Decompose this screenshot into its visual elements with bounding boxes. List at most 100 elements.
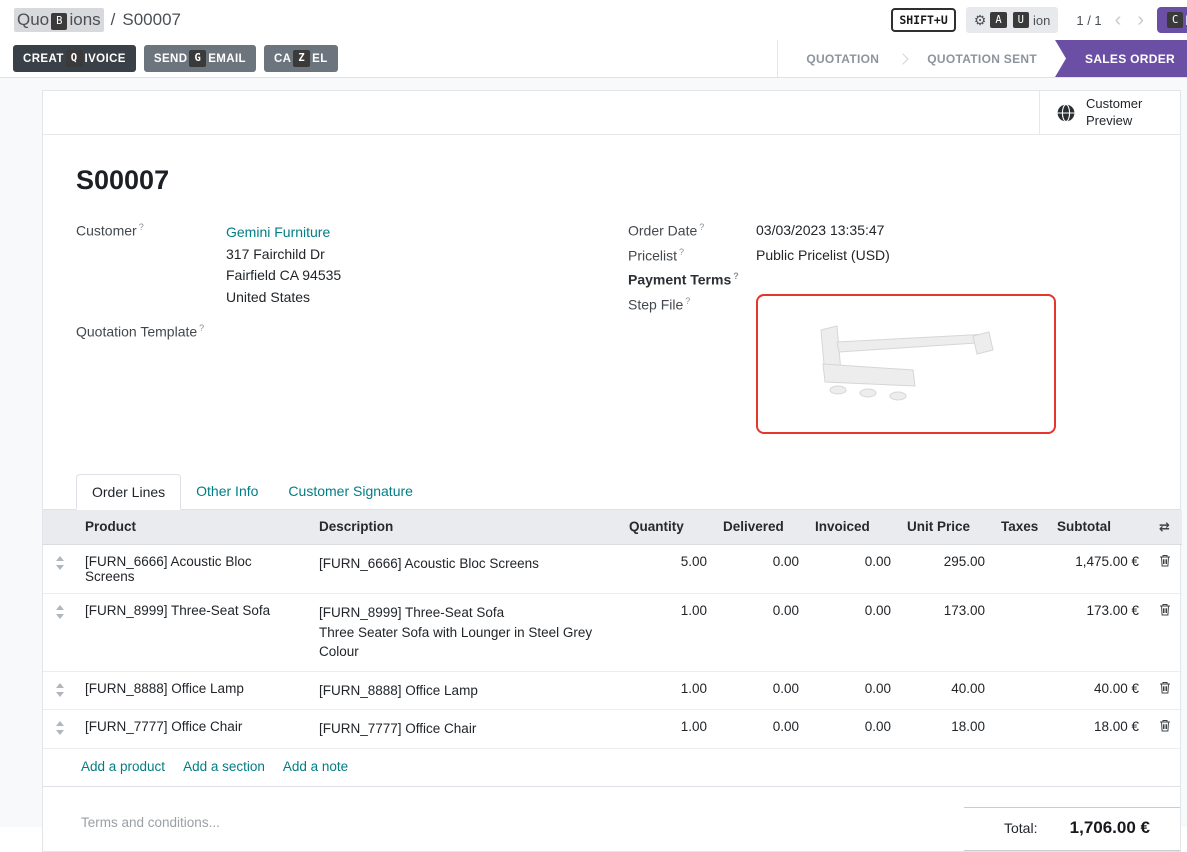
handle-column-header	[43, 510, 77, 545]
description-variant-text: Three Seater Sofa with Lounger in Steel …	[319, 623, 613, 662]
cell-taxes[interactable]	[993, 544, 1049, 593]
cell-unit-price[interactable]: 173.00	[899, 593, 993, 671]
column-header-delivered[interactable]: Delivered	[715, 510, 807, 545]
sheet: Customer Preview S00007 Customer? Gemini…	[42, 90, 1181, 852]
action-menu-button[interactable]: ⚙ A U ion	[966, 7, 1059, 34]
cell-description[interactable]: [FURN_8888] Office Lamp	[311, 671, 621, 710]
cell-quantity[interactable]: 1.00	[621, 710, 715, 748]
pager-next-button[interactable]: ›	[1134, 10, 1147, 30]
drag-handle[interactable]	[43, 671, 77, 710]
top-bar: QuoBions / S00007 SHIFT+U ⚙ A U ion 1 / …	[0, 0, 1187, 40]
drag-handle-icon	[55, 683, 65, 697]
shortcut-badge-shift-u: SHIFT+U	[891, 8, 955, 32]
cell-quantity[interactable]: 1.00	[621, 593, 715, 671]
cell-description[interactable]: [FURN_6666] Acoustic Bloc Screens	[311, 544, 621, 593]
cell-unit-price[interactable]: 295.00	[899, 544, 993, 593]
cell-subtotal: 18.00 €	[1049, 710, 1147, 748]
cell-product[interactable]: [FURN_6666] Acoustic Bloc Screens	[77, 544, 311, 593]
cell-description[interactable]: [FURN_8999] Three-Seat Sofa Three Seater…	[311, 593, 621, 671]
cancel-button[interactable]: CAZEL	[264, 45, 338, 72]
help-icon: ?	[139, 222, 144, 232]
payment-terms-label: Payment Terms?	[628, 271, 756, 288]
cell-product[interactable]: [FURN_7777] Office Chair	[77, 710, 311, 748]
cell-delivered[interactable]: 0.00	[715, 593, 807, 671]
column-header-invoiced[interactable]: Invoiced	[807, 510, 899, 545]
column-header-unit-price[interactable]: Unit Price	[899, 510, 993, 545]
globe-icon	[1056, 103, 1076, 123]
cell-unit-price[interactable]: 18.00	[899, 710, 993, 748]
pager-previous-button[interactable]: ‹	[1112, 10, 1125, 30]
breadcrumb-quotations[interactable]: QuoBions	[14, 8, 104, 32]
tab-other-info[interactable]: Other Info	[181, 474, 273, 509]
cell-subtotal: 40.00 €	[1049, 671, 1147, 710]
field-order-date: Order Date? 03/03/2023 13:35:47	[628, 222, 1140, 239]
cell-unit-price[interactable]: 40.00	[899, 671, 993, 710]
table-header-row: Product Description Quantity Delivered I…	[43, 510, 1182, 545]
send-email-button[interactable]: SENDGEMAIL	[144, 45, 256, 72]
field-group-left: Customer? Gemini Furniture 317 Fairchild…	[76, 222, 628, 442]
customer-preview-button[interactable]: Customer Preview	[1039, 91, 1180, 134]
trash-icon	[1159, 554, 1171, 567]
corner-button[interactable]: C l	[1157, 7, 1187, 34]
delete-row-button[interactable]	[1147, 671, 1182, 710]
status-step-quotation-sent[interactable]: QUOTATION SENT	[909, 40, 1055, 77]
control-bar: CREATQIVOICE SENDGEMAIL CAZEL QUOTATION …	[0, 40, 1187, 78]
description-text: [FURN_6666] Acoustic Bloc Screens	[319, 554, 613, 574]
trash-icon	[1159, 719, 1171, 732]
status-step-sales-order[interactable]: SALES ORDER	[1055, 40, 1187, 77]
add-a-section-link[interactable]: Add a section	[183, 759, 265, 774]
help-icon: ?	[679, 247, 684, 257]
add-a-product-link[interactable]: Add a product	[81, 759, 165, 774]
column-header-quantity[interactable]: Quantity	[621, 510, 715, 545]
send-email-label: SEND	[154, 53, 188, 65]
table-row[interactable]: [FURN_6666] Acoustic Bloc Screens [FURN_…	[43, 544, 1182, 593]
column-header-subtotal[interactable]: Subtotal	[1049, 510, 1147, 545]
status-step-quotation[interactable]: QUOTATION	[788, 40, 897, 77]
customer-value: Gemini Furniture 317 Fairchild Dr Fairfi…	[226, 222, 341, 309]
cell-description[interactable]: [FURN_7777] Office Chair	[311, 710, 621, 748]
cell-delivered[interactable]: 0.00	[715, 544, 807, 593]
column-header-product[interactable]: Product	[77, 510, 311, 545]
cell-invoiced[interactable]: 0.00	[807, 593, 899, 671]
drag-handle[interactable]	[43, 710, 77, 748]
customer-preview-label: Customer Preview	[1086, 96, 1154, 129]
drag-handle[interactable]	[43, 593, 77, 671]
cell-quantity[interactable]: 5.00	[621, 544, 715, 593]
breadcrumb-current: S00007	[122, 10, 181, 30]
table-row[interactable]: [FURN_8999] Three-Seat Sofa [FURN_8999] …	[43, 593, 1182, 671]
delete-row-button[interactable]	[1147, 593, 1182, 671]
field-quotation-template: Quotation Template?	[76, 323, 628, 340]
customer-link[interactable]: Gemini Furniture	[226, 224, 330, 240]
add-a-note-link[interactable]: Add a note	[283, 759, 348, 774]
column-header-description[interactable]: Description	[311, 510, 621, 545]
order-date-label: Order Date?	[628, 222, 756, 239]
cell-delivered[interactable]: 0.00	[715, 710, 807, 748]
tab-order-lines[interactable]: Order Lines	[76, 474, 181, 510]
cell-taxes[interactable]	[993, 671, 1049, 710]
shortcut-badge-b: B	[51, 13, 67, 30]
pricelist-value[interactable]: Public Pricelist (USD)	[756, 247, 890, 263]
terms-and-conditions-input[interactable]: Terms and conditions...	[81, 807, 220, 830]
drag-handle[interactable]	[43, 544, 77, 593]
table-row[interactable]: [FURN_7777] Office Chair [FURN_7777] Off…	[43, 710, 1182, 748]
cell-quantity[interactable]: 1.00	[621, 671, 715, 710]
delete-row-button[interactable]	[1147, 544, 1182, 593]
table-row[interactable]: [FURN_8888] Office Lamp [FURN_8888] Offi…	[43, 671, 1182, 710]
optional-columns-button[interactable]: ⇄	[1147, 510, 1182, 545]
cell-delivered[interactable]: 0.00	[715, 671, 807, 710]
delete-row-button[interactable]	[1147, 710, 1182, 748]
create-invoice-button[interactable]: CREATQIVOICE	[13, 45, 136, 72]
field-customer: Customer? Gemini Furniture 317 Fairchild…	[76, 222, 628, 309]
step-file-image[interactable]	[756, 294, 1056, 434]
cell-taxes[interactable]	[993, 593, 1049, 671]
cell-invoiced[interactable]: 0.00	[807, 671, 899, 710]
cell-product[interactable]: [FURN_8888] Office Lamp	[77, 671, 311, 710]
tab-customer-signature[interactable]: Customer Signature	[273, 474, 428, 509]
order-date-value[interactable]: 03/03/2023 13:35:47	[756, 222, 884, 238]
column-header-taxes[interactable]: Taxes	[993, 510, 1049, 545]
cell-taxes[interactable]	[993, 710, 1049, 748]
cell-product[interactable]: [FURN_8999] Three-Seat Sofa	[77, 593, 311, 671]
cell-invoiced[interactable]: 0.00	[807, 710, 899, 748]
cell-invoiced[interactable]: 0.00	[807, 544, 899, 593]
drag-handle-icon	[55, 721, 65, 735]
